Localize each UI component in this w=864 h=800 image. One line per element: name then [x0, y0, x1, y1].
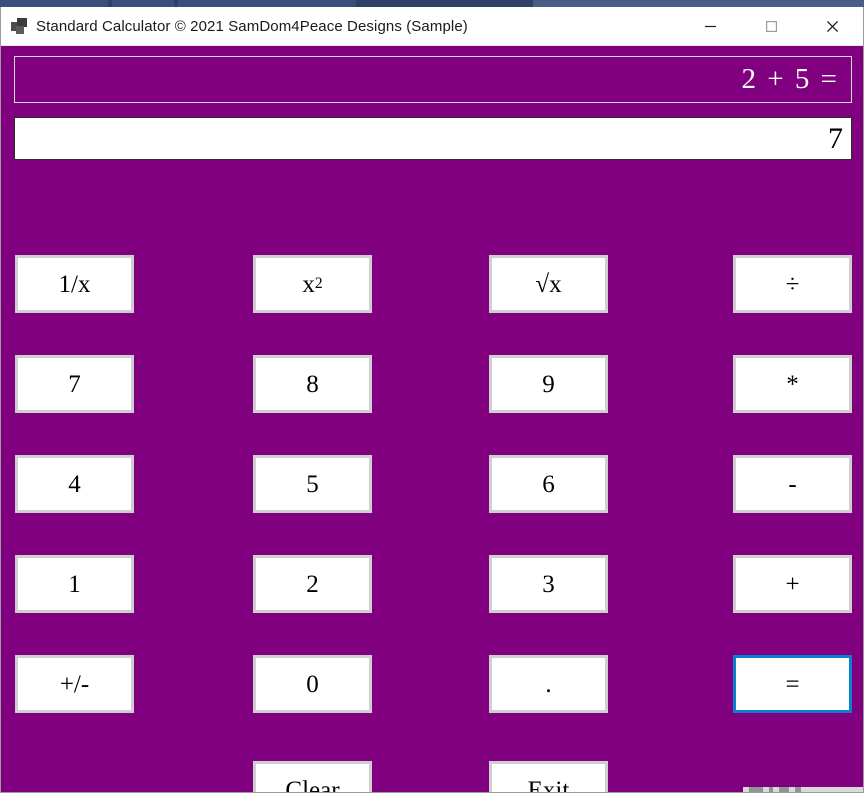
equals-button[interactable]: =: [733, 655, 852, 713]
digit-2-button[interactable]: 2: [253, 555, 372, 613]
button-label: 2: [306, 570, 319, 598]
button-label: +: [785, 570, 800, 598]
button-label: x: [302, 270, 315, 298]
button-label: -: [788, 470, 797, 498]
background-tab: [0, 0, 108, 7]
result-display: 7: [14, 117, 852, 160]
digit-8-button[interactable]: 8: [253, 355, 372, 413]
windows-form-icon: [11, 18, 27, 34]
button-label: 1/x: [58, 270, 91, 298]
button-label: .: [545, 670, 552, 698]
sign-toggle-button[interactable]: +/-: [15, 655, 134, 713]
digit-6-button[interactable]: 6: [489, 455, 608, 513]
button-label: √x: [535, 270, 562, 298]
calculator-body: 2 + 5 = 7 1/x x 2 √x ÷ 7 8 9 * 4 5 6 - 1 2 3 + +/- 0. = Clea…: [1, 46, 863, 792]
button-label: Exit: [527, 776, 570, 793]
button-label: 7: [68, 370, 81, 398]
digit-3-button[interactable]: 3: [489, 555, 608, 613]
background-pane: [533, 0, 864, 7]
multiply-button[interactable]: *: [733, 355, 852, 413]
digit-7-button[interactable]: 7: [15, 355, 134, 413]
divide-button[interactable]: ÷: [733, 255, 852, 313]
background-tab: [178, 0, 356, 7]
button-label: 6: [542, 470, 555, 498]
window-controls: [680, 7, 863, 46]
decimal-point-button[interactable]: .: [489, 655, 608, 713]
reciprocal-button[interactable]: 1/x: [15, 255, 134, 313]
clear-button[interactable]: Clear: [253, 761, 372, 793]
minimize-icon[interactable]: [680, 7, 741, 46]
button-label: +/-: [59, 670, 90, 698]
button-label: 3: [542, 570, 555, 598]
exit-button[interactable]: Exit: [489, 761, 608, 793]
square-button[interactable]: x2: [253, 255, 372, 313]
corner-remnant: [743, 787, 863, 792]
button-label: 9: [542, 370, 555, 398]
button-label: *: [786, 370, 799, 398]
button-label: 5: [306, 470, 319, 498]
background-window-strip: [0, 0, 864, 7]
digit-4-button[interactable]: 4: [15, 455, 134, 513]
background-tab: [112, 0, 174, 7]
button-label: 4: [68, 470, 81, 498]
expression-display: 2 + 5 =: [14, 56, 852, 103]
digit-1-button[interactable]: 1: [15, 555, 134, 613]
button-label: Clear: [285, 776, 340, 793]
maximize-icon[interactable]: [741, 7, 802, 46]
calculator-window: Standard Calculator © 2021 SamDom4Peace …: [0, 7, 864, 793]
title-bar[interactable]: Standard Calculator © 2021 SamDom4Peace …: [1, 7, 863, 46]
subtract-button[interactable]: -: [733, 455, 852, 513]
digit-9-button[interactable]: 9: [489, 355, 608, 413]
digit-0-button[interactable]: 0: [253, 655, 372, 713]
square-root-button[interactable]: √x: [489, 255, 608, 313]
button-label: ÷: [785, 270, 800, 298]
close-icon[interactable]: [802, 7, 863, 46]
button-label: 0: [306, 670, 319, 698]
digit-5-button[interactable]: 5: [253, 455, 372, 513]
window-title: Standard Calculator © 2021 SamDom4Peace …: [36, 17, 468, 35]
button-label: 1: [68, 570, 81, 598]
button-label: 8: [306, 370, 319, 398]
button-label: =: [785, 670, 800, 698]
add-button[interactable]: +: [733, 555, 852, 613]
